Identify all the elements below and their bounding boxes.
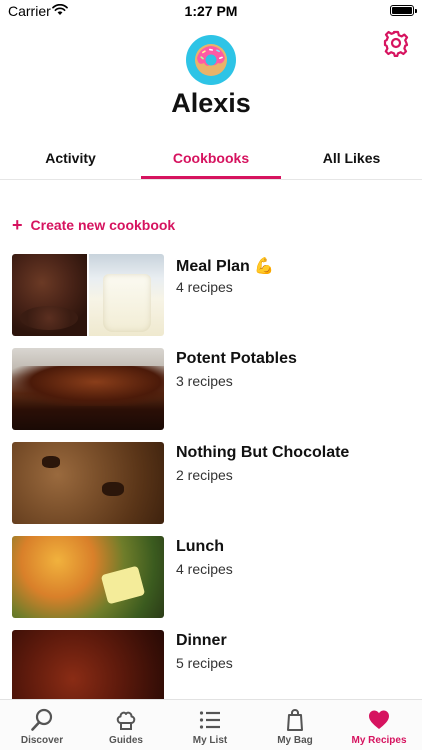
cookbook-recipe-count: 5 recipes	[176, 655, 233, 671]
bottom-tab-bar: Discover Guides My List My Bag My Recipe…	[0, 699, 422, 750]
list-icon	[199, 711, 220, 729]
active-tab-indicator	[141, 176, 281, 179]
cookbook-thumbnail	[12, 442, 164, 524]
tab-bar-discover[interactable]: Discover	[0, 700, 84, 750]
tab-bar-guides[interactable]: Guides	[84, 700, 168, 750]
cookbook-list: Meal Plan 💪 4 recipes Potent Potables 3 …	[0, 254, 422, 724]
tab-bar-my-list[interactable]: My List	[168, 700, 252, 750]
tab-bar-my-recipes[interactable]: My Recipes	[337, 700, 421, 750]
cookbook-title: Potent Potables	[176, 350, 297, 367]
status-time: 1:27 PM	[184, 3, 238, 19]
cookbook-title: Dinner	[176, 632, 227, 649]
cookbook-item-lunch[interactable]: Lunch 4 recipes	[0, 536, 422, 630]
status-bar: Carrier 1:27 PM	[0, 0, 422, 24]
profile-tabs: Activity Cookbooks All Likes	[0, 140, 422, 180]
gear-icon[interactable]	[382, 29, 410, 57]
tab-all-likes[interactable]: All Likes	[281, 140, 422, 180]
cookbook-item-potent-potables[interactable]: Potent Potables 3 recipes	[0, 348, 422, 442]
cookbook-item-nothing-but-chocolate[interactable]: Nothing But Chocolate 2 recipes	[0, 442, 422, 536]
create-cookbook-button[interactable]: + Create new cookbook	[12, 215, 175, 235]
cookbook-title: Meal Plan 💪	[176, 258, 275, 275]
cookbook-thumbnail	[12, 348, 164, 430]
thumbnail-image	[12, 254, 87, 336]
cookbook-recipe-count: 3 recipes	[176, 373, 233, 389]
avatar	[186, 35, 236, 85]
tab-bar-label: My List	[192, 735, 228, 746]
thumbnail-image	[89, 254, 164, 336]
cookbook-recipe-count: 2 recipes	[176, 467, 233, 483]
tab-activity[interactable]: Activity	[0, 140, 141, 180]
cookbook-thumbnail	[12, 254, 164, 336]
profile-name: Alexis	[171, 88, 251, 118]
cookbook-recipe-count: 4 recipes	[176, 561, 233, 577]
cookbook-item-meal-plan[interactable]: Meal Plan 💪 4 recipes	[0, 254, 422, 348]
tab-bar-label: My Bag	[277, 735, 313, 746]
cookbook-title: Nothing But Chocolate	[176, 444, 350, 461]
create-cookbook-label: Create new cookbook	[30, 217, 176, 233]
tab-cookbooks[interactable]: Cookbooks	[141, 140, 281, 180]
donut-icon	[195, 44, 227, 76]
tab-bar-my-bag[interactable]: My Bag	[253, 700, 337, 750]
tab-bar-label: Guides	[109, 735, 143, 746]
cookbook-recipe-count: 4 recipes	[176, 279, 233, 295]
plus-icon: +	[12, 215, 23, 235]
flexed-biceps-emoji: 💪	[254, 258, 275, 275]
heart-icon	[369, 710, 389, 729]
search-icon	[31, 708, 53, 731]
cookbook-title: Lunch	[176, 538, 224, 555]
cookbook-thumbnail	[12, 536, 164, 618]
shopping-bag-icon	[287, 708, 303, 731]
battery-icon	[390, 5, 417, 16]
tab-bar-label: My Recipes	[351, 735, 407, 746]
chef-hat-icon	[116, 711, 136, 730]
tab-bar-label: Discover	[20, 735, 64, 746]
